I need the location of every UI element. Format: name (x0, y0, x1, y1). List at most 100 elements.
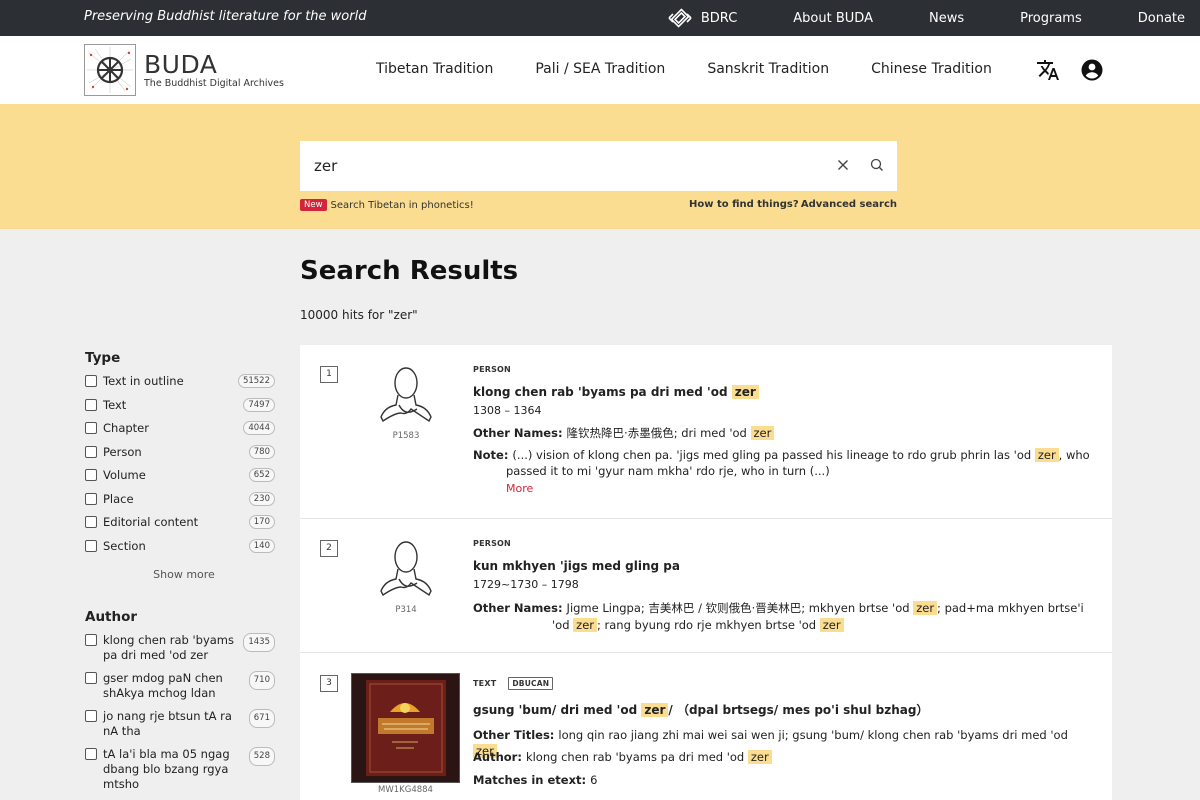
top-link-programs[interactable]: Programs (1020, 11, 1082, 26)
checkbox[interactable] (85, 398, 97, 411)
more-link[interactable]: More (506, 482, 533, 495)
facet-type-item[interactable]: Section 140 (85, 538, 275, 563)
person-thumbnail[interactable]: P1583 (376, 363, 436, 441)
checkbox[interactable] (85, 672, 97, 684)
facet-label: Person (103, 444, 142, 459)
search-highlight: zer (573, 618, 597, 632)
title-text: / （dpal brtsegs/ mes po'i shul bzhag） (668, 703, 929, 717)
nav-pali-sea-tradition[interactable]: Pali / SEA Tradition (535, 61, 665, 77)
field-value: Jigme Lingpa; 吉美林巴 / 钦则俄色·晋美林巴; mkhyen b… (566, 601, 914, 615)
top-link-bdrc[interactable]: BDRC (667, 7, 737, 29)
result-dates: 1308 – 1364 (473, 404, 542, 417)
result-number: 2 (320, 540, 338, 557)
checkbox[interactable] (85, 375, 97, 387)
facet-type-item[interactable]: Place 230 (85, 491, 275, 516)
top-link-news[interactable]: News (929, 11, 964, 26)
checkbox[interactable] (85, 710, 97, 722)
facet-count: 4044 (243, 421, 275, 435)
facet-label: Place (103, 491, 134, 506)
search-input[interactable] (314, 155, 814, 177)
phonetics-link[interactable]: New Search Tibetan in phonetics! (300, 199, 474, 211)
nav-sanskrit-tradition[interactable]: Sanskrit Tradition (707, 61, 829, 77)
checkbox[interactable] (85, 492, 97, 505)
facet-label: Text in outline (103, 374, 184, 388)
facet-count: 710 (248, 671, 275, 690)
person-thumbnail[interactable]: P314 (376, 537, 436, 615)
author: Author: klong chen rab 'byams pa dri med … (473, 750, 1093, 766)
search-highlight: zer (1034, 448, 1059, 462)
field-value: long qin rao jiang zhi mai wei sai wen j… (558, 728, 1068, 742)
facet-type-item[interactable]: Text in outline 51522 (85, 374, 275, 398)
facet-label: Editorial content (103, 515, 199, 529)
facet-type-item[interactable]: Volume 652 (85, 468, 275, 492)
facet-label: Text (103, 397, 127, 412)
search-highlight: zer (731, 385, 759, 399)
facet-author-item[interactable]: tA la'i bla ma 05 ngag dbang blo bzang r… (85, 747, 275, 792)
result-number: 1 (320, 366, 338, 383)
top-link-about[interactable]: About BUDA (793, 11, 873, 26)
top-bar: Preserving Buddhist literature for the w… (0, 0, 1200, 36)
facet-type-item[interactable]: Person 780 (85, 444, 275, 469)
search-band: New Search Tibetan in phonetics! How to … (0, 104, 1200, 229)
how-to-find-link[interactable]: How to find things? (689, 199, 799, 210)
logo-title: BUDA (144, 50, 218, 79)
facet-count: 51522 (237, 374, 275, 388)
result-title[interactable]: gsung 'bum/ dri med 'od zer / （dpal brtse… (473, 701, 928, 718)
facet-type-item[interactable]: Editorial content 170 (85, 515, 275, 539)
field-value: klong chen rab 'byams pa dri med 'od (525, 750, 748, 764)
site-header: BUDA The Buddhist Digital Archives Tibet… (0, 36, 1200, 104)
checkbox[interactable] (85, 748, 97, 760)
advanced-search-link[interactable]: Advanced search (801, 199, 897, 210)
facet-author-title: Author (85, 609, 138, 625)
page-title: Search Results (300, 256, 519, 286)
results-count: 10000 hits for "zer" (300, 308, 418, 322)
buda-logo[interactable]: BUDA The Buddhist Digital Archives (84, 44, 284, 96)
search-icon[interactable] (869, 157, 885, 173)
nav-chinese-tradition[interactable]: Chinese Tradition (871, 61, 992, 77)
search-highlight: zer (641, 703, 669, 717)
result-id: MW1KG4884 (378, 785, 433, 795)
checkbox[interactable] (85, 469, 97, 481)
book-thumbnail[interactable]: MW1KG4884 (351, 673, 460, 795)
dharma-wheel-logo-icon (84, 44, 136, 96)
facet-label: Volume (103, 468, 146, 482)
translate-icon[interactable] (1036, 58, 1060, 82)
checkbox[interactable] (85, 539, 97, 552)
checkbox[interactable] (85, 516, 97, 528)
facet-label: tA la'i bla ma 05 ngag dbang blo bzang r… (103, 747, 230, 791)
checkbox[interactable] (85, 634, 97, 646)
facet-label: Section (103, 538, 146, 553)
facet-author-item[interactable]: klong chen rab 'byams pa dri med 'od zer… (85, 633, 275, 663)
result-item[interactable]: 2 P314 PERSON kun mkhyen 'jigs med gling… (300, 519, 1112, 653)
facet-count: 230 (248, 491, 275, 506)
facet-author-item[interactable]: gser mdog paN chen shAkya mchog ldan 710 (85, 671, 275, 701)
field-label: Note: (473, 448, 509, 462)
facet-label: Chapter (103, 421, 149, 435)
show-more-button[interactable]: Show more (85, 568, 275, 581)
result-item[interactable]: 3 MW1KG4884 TEXT DBUCAN gsung 'bum/ dri … (300, 653, 1112, 800)
result-item[interactable]: 1 P1583 PERSON klong chen rab 'byams pa … (300, 345, 1112, 519)
facet-type-item[interactable]: Text 7497 (85, 397, 275, 422)
result-id: P1583 (392, 431, 420, 441)
facet-count: 7497 (243, 397, 275, 412)
checkbox[interactable] (85, 445, 97, 458)
top-link-donate[interactable]: Donate (1138, 11, 1185, 26)
search-highlight: zer (913, 601, 938, 615)
endless-knot-icon (668, 8, 692, 28)
account-icon[interactable] (1080, 58, 1104, 82)
facet-type-item[interactable]: Chapter 4044 (85, 421, 275, 445)
facet-sidebar: Type Text in outline 51522 Text 7497 Cha… (85, 350, 275, 800)
person-icon (380, 367, 432, 423)
facet-author-item[interactable]: jo nang rje btsun tA ra nA tha 671 (85, 709, 275, 739)
field-label: Matches in etext: (473, 773, 587, 787)
facet-count: 140 (248, 538, 275, 553)
facet-count: 671 (248, 709, 275, 728)
field-value: 隆钦热降巴·赤墨俄色; dri med 'od (566, 426, 751, 440)
result-id: P314 (395, 605, 417, 615)
result-title[interactable]: kun mkhyen 'jigs med gling pa (473, 559, 680, 573)
clear-icon[interactable] (835, 157, 851, 173)
nav-tibetan-tradition[interactable]: Tibetan Tradition (376, 61, 493, 77)
result-title[interactable]: klong chen rab 'byams pa dri med 'od zer (473, 385, 759, 399)
checkbox[interactable] (85, 422, 97, 434)
result-type: PERSON (473, 365, 511, 374)
